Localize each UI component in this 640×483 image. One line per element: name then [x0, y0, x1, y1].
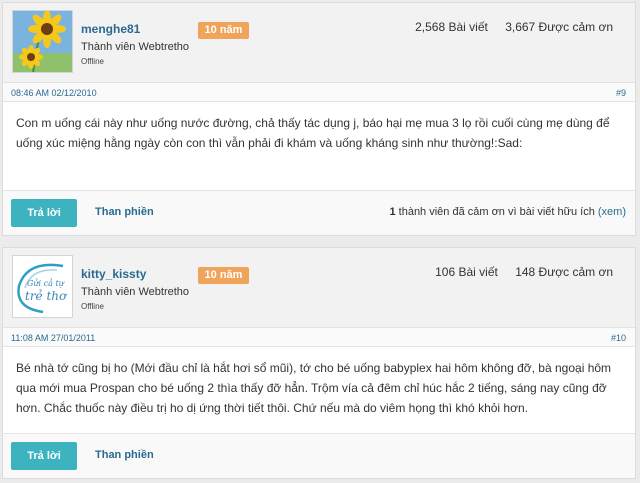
report-button[interactable]: Than phiền	[95, 206, 154, 218]
user-stats: 106 Bài viết 148 Được cảm ơn	[435, 265, 613, 279]
report-button[interactable]: Than phiền	[95, 449, 154, 461]
thanks-summary: 1 thành viên đã cảm ơn vì bài viết hữu í…	[389, 206, 626, 218]
post-header: menghe81 10 năm Thành viên Webtretho Off…	[3, 3, 635, 82]
membership-badge: 10 năm	[198, 267, 249, 284]
user-stats: 2,568 Bài viết 3,667 Được cảm ơn	[415, 20, 613, 34]
post-number-link[interactable]: #10	[611, 333, 626, 343]
reply-button[interactable]: Trả lời	[11, 442, 77, 470]
thanked-count: 3,667 Được cảm ơn	[505, 20, 613, 34]
user-status: Offline	[81, 57, 104, 66]
user-status: Offline	[81, 302, 104, 311]
post-footer: Trả lời Than phiền 1 thành viên đã cảm ơ…	[3, 190, 635, 235]
post-body: Bé nhà tớ cũng bị ho (Mới đầu chỉ là hắt…	[16, 361, 612, 415]
post-footer: Trả lời Than phiền	[3, 433, 635, 478]
post-datetime: 08:46 AM 02/12/2010	[11, 88, 97, 98]
thanked-count: 148 Được cảm ơn	[515, 265, 613, 279]
user-rank: Thành viên Webtretho	[81, 41, 190, 53]
svg-text:Gửi cả tự: Gửi cả tự	[27, 279, 65, 288]
post-number-link[interactable]: #9	[616, 88, 626, 98]
post-count: 2,568 Bài viết	[415, 20, 488, 34]
thanks-text: thành viên đã cảm ơn vì bài viết hữu ích	[395, 206, 598, 218]
post-count: 106 Bài viết	[435, 265, 498, 279]
thanks-view-link[interactable]: (xem)	[598, 206, 626, 218]
avatar[interactable]: Gửi cả tự trẻ thơ	[12, 255, 73, 318]
svg-text:trẻ thơ: trẻ thơ	[25, 289, 68, 303]
post-meta: 11:08 AM 27/01/2011 #10	[3, 327, 635, 347]
post-body: Con m uống cái này như uống nước đường, …	[16, 116, 610, 150]
post-10: Gửi cả tự trẻ thơ kitty_kissty 10 năm Th…	[2, 247, 636, 479]
post-header: Gửi cả tự trẻ thơ kitty_kissty 10 năm Th…	[3, 248, 635, 327]
post-9: menghe81 10 năm Thành viên Webtretho Off…	[2, 2, 636, 236]
reply-button[interactable]: Trả lời	[11, 199, 77, 227]
avatar[interactable]	[12, 10, 73, 73]
post-datetime: 11:08 AM 27/01/2011	[11, 333, 96, 343]
username[interactable]: menghe81	[81, 22, 140, 36]
post-meta: 08:46 AM 02/12/2010 #9	[3, 82, 635, 102]
membership-badge: 10 năm	[198, 22, 249, 39]
user-rank: Thành viên Webtretho	[81, 286, 190, 298]
username[interactable]: kitty_kissty	[81, 267, 146, 281]
